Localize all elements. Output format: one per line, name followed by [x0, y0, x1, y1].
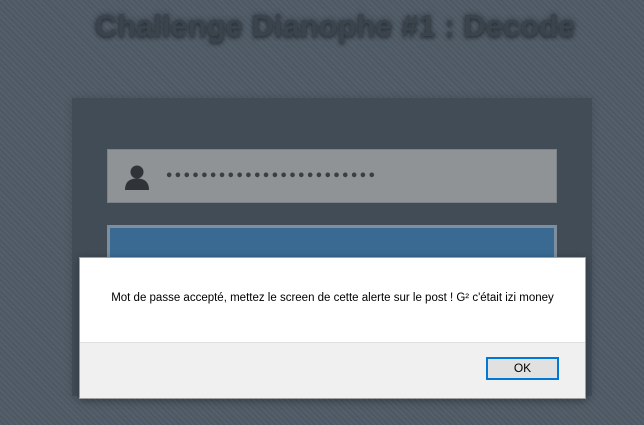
- user-icon: [123, 164, 151, 190]
- alert-message: Mot de passe accepté, mettez le screen d…: [111, 292, 554, 304]
- alert-footer: OK: [80, 342, 585, 398]
- alert-dialog: Mot de passe accepté, mettez le screen d…: [79, 257, 586, 399]
- password-field[interactable]: ••••••••••••••••••••••••: [107, 149, 557, 203]
- page-title: Challenge Dianophe #1 : Decode: [94, 8, 576, 43]
- password-value: ••••••••••••••••••••••••: [165, 169, 377, 184]
- ok-button[interactable]: OK: [486, 357, 559, 380]
